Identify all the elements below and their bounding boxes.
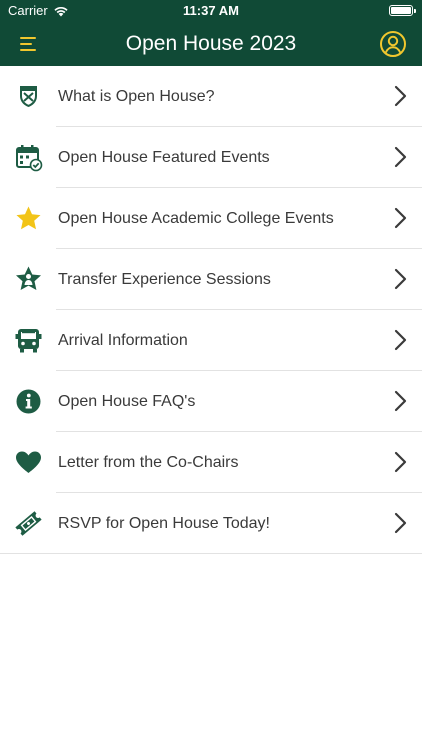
page-title: Open House 2023 (125, 32, 297, 55)
chevron-right-icon (394, 268, 407, 290)
chevron-right-icon (394, 329, 407, 351)
menu-item-featured-events[interactable]: Open House Featured Events (0, 127, 422, 188)
heart-icon (16, 451, 41, 473)
chevron-right-icon (394, 207, 407, 229)
menu-item-label: What is Open House? (58, 88, 215, 105)
star-icon (16, 206, 41, 230)
menu-list: What is Open House? Open House Featured … (0, 66, 422, 554)
menu-item-label: Letter from the Co-Chairs (58, 454, 239, 471)
menu-item-what-is-open-house[interactable]: What is Open House? (0, 66, 422, 127)
menu-item-label: RSVP for Open House Today! (58, 515, 270, 532)
menu-item-faq[interactable]: Open House FAQ's (0, 371, 422, 432)
chevron-right-icon (394, 451, 407, 473)
status-bar: Carrier 11:37 AM (0, 0, 422, 22)
menu-item-transfer-experience[interactable]: Transfer Experience Sessions (0, 249, 422, 310)
menu-item-arrival-information[interactable]: Arrival Information (0, 310, 422, 371)
chevron-right-icon (394, 390, 407, 412)
menu-item-label: Open House Featured Events (58, 149, 270, 166)
calendar-check-icon (16, 145, 43, 172)
menu-item-label: Open House FAQ's (58, 393, 196, 410)
chevron-right-icon (394, 85, 407, 107)
info-icon (16, 389, 41, 414)
ticket-icon (15, 511, 42, 536)
university-shield-icon (20, 86, 37, 107)
bus-icon (15, 329, 42, 353)
chevron-right-icon (394, 146, 407, 168)
menu-item-letter-co-chairs[interactable]: Letter from the Co-Chairs (0, 432, 422, 493)
person-star-icon (16, 266, 41, 290)
menu-item-academic-college-events[interactable]: Open House Academic College Events (0, 188, 422, 249)
divider (0, 553, 422, 554)
menu-item-label: Open House Academic College Events (58, 210, 334, 227)
battery-icon (389, 5, 416, 16)
chevron-right-icon (394, 512, 407, 534)
menu-item-rsvp[interactable]: RSVP for Open House Today! (0, 493, 422, 554)
menu-item-label: Transfer Experience Sessions (58, 271, 271, 288)
status-time: 11:37 AM (183, 3, 239, 18)
user-circle-icon[interactable] (378, 29, 408, 59)
menu-item-label: Arrival Information (58, 332, 188, 349)
nav-bar: Open House 2023 (0, 22, 422, 66)
